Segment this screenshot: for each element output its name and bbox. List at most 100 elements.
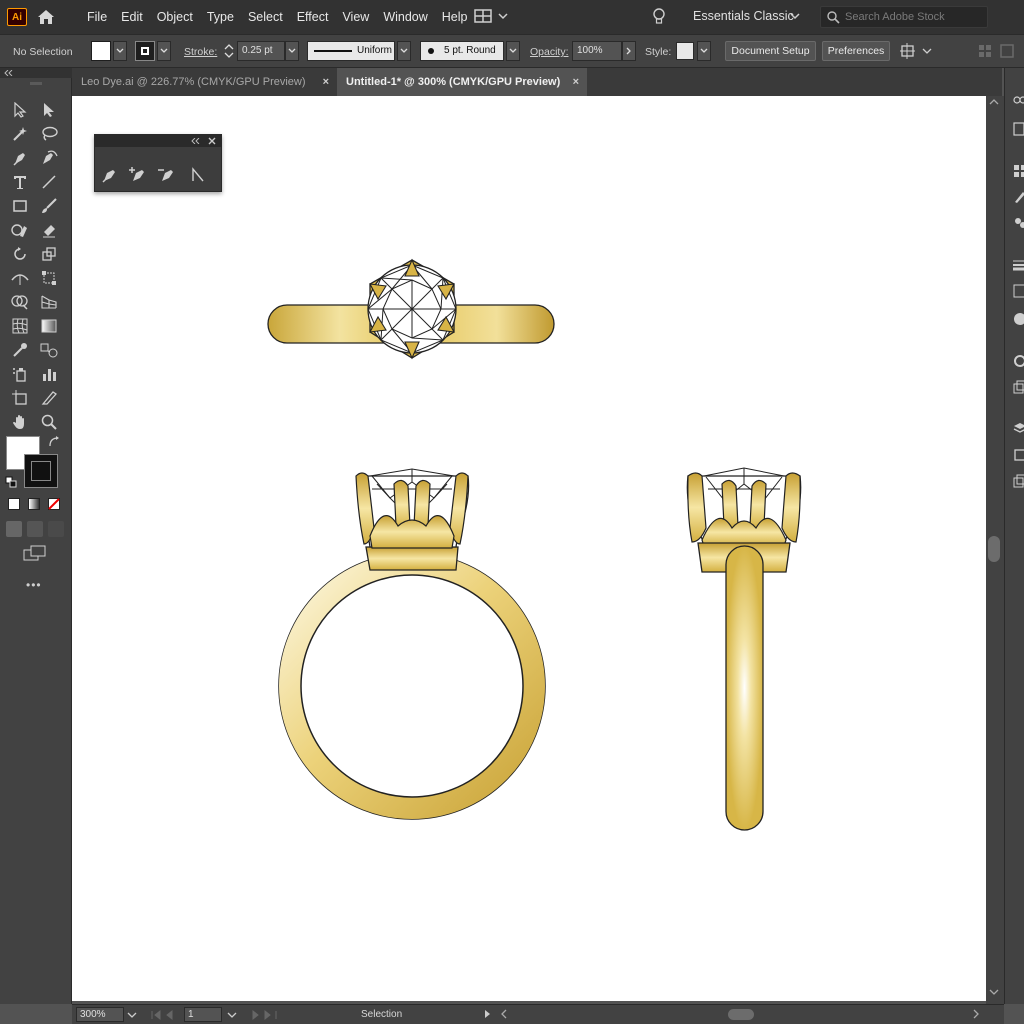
hand-tool[interactable] [8,411,32,433]
line-segment-tool[interactable] [37,171,61,193]
scale-tool[interactable] [37,243,61,265]
menu-select[interactable]: Select [241,10,290,24]
mesh-tool[interactable] [8,315,32,337]
shape-builder-tool[interactable] [8,291,32,313]
default-colors-icon[interactable] [5,476,17,488]
menu-effect[interactable]: Effect [290,10,336,24]
artboard-tool[interactable] [8,387,32,409]
stroke-weight-dropdown[interactable] [285,41,299,61]
profile-dropdown[interactable] [397,41,411,61]
search-stock-input[interactable]: Search Adobe Stock [820,6,988,28]
chevron-down-icon[interactable] [227,1011,237,1019]
isolate-icon[interactable] [978,44,992,58]
graphic-style-swatch[interactable] [676,42,694,60]
stroke-weight-input[interactable]: 0.25 pt [237,41,285,61]
next-last-artboard-icon[interactable] [248,1009,278,1021]
stroke-label[interactable]: Stroke: [184,46,217,58]
color-mode-button[interactable] [8,498,20,510]
curvature-tool[interactable] [37,147,61,169]
scroll-left-icon[interactable] [500,1009,508,1019]
shaper-tool[interactable] [8,219,32,241]
fill-dropdown[interactable] [113,41,127,61]
chevron-down-icon[interactable] [127,1011,137,1019]
opacity-arrow[interactable] [622,41,636,61]
eyedropper-tool[interactable] [8,339,32,361]
layers-panel-icon[interactable] [1013,422,1024,436]
vertical-scrollbar[interactable] [986,96,1004,1004]
symbols-panel-icon[interactable] [1013,216,1024,230]
ring-illustration[interactable] [72,96,986,1001]
pen-tool[interactable] [8,147,32,169]
swatches-panel-icon[interactable] [1013,164,1024,178]
gradient-mode-button[interactable] [28,498,40,510]
magic-wand-tool[interactable] [8,123,32,145]
canvas[interactable] [72,96,986,1004]
graphic-styles-panel-icon[interactable] [1013,380,1024,394]
eraser-tool[interactable] [37,219,61,241]
scroll-up-icon[interactable] [989,98,999,106]
artboards-panel-icon[interactable] [1013,448,1024,462]
brushes-panel-icon[interactable] [1013,190,1024,204]
opacity-label[interactable]: Opacity: [530,46,569,58]
stroke-swatch[interactable] [135,41,155,61]
brush-dropdown[interactable] [506,41,520,61]
panel-menu-icon[interactable] [1000,44,1014,58]
scroll-down-icon[interactable] [989,988,999,996]
scrollbar-thumb[interactable] [988,536,1000,562]
rectangle-tool[interactable] [8,195,32,217]
menu-window[interactable]: Window [376,10,434,24]
tab-untitled[interactable]: Untitled-1* @ 300% (CMYK/GPU Preview) × [337,68,587,96]
blend-tool[interactable] [37,339,61,361]
transparency-panel-icon[interactable] [1013,312,1024,326]
artboard-number-field[interactable]: 1 [184,1007,222,1022]
menu-edit[interactable]: Edit [114,10,150,24]
column-graph-tool[interactable] [37,363,61,385]
draw-inside-button[interactable] [48,521,64,537]
symbol-sprayer-tool[interactable] [8,363,32,385]
tab-leo-dye[interactable]: Leo Dye.ai @ 226.77% (CMYK/GPU Preview) … [72,68,337,96]
collapse-icon[interactable] [4,70,14,76]
draw-normal-button[interactable] [6,521,22,537]
style-dropdown[interactable] [697,41,711,61]
opacity-input[interactable]: 100% [572,41,622,61]
status-menu-arrow-icon[interactable] [484,1009,492,1019]
first-previous-artboard-icon[interactable] [150,1009,180,1021]
slice-tool[interactable] [37,387,61,409]
stroke-stepper[interactable] [222,41,236,61]
paintbrush-tool[interactable] [37,195,61,217]
appearance-panel-icon[interactable] [1013,354,1024,368]
edit-toolbar-icon[interactable]: ••• [26,578,42,592]
close-icon[interactable]: × [573,68,579,96]
free-transform-tool[interactable] [37,267,61,289]
swap-fill-stroke-icon[interactable] [48,436,60,448]
brush-definition[interactable]: 5 pt. Round [420,41,504,61]
transform-align-icon[interactable] [900,43,934,59]
menu-type[interactable]: Type [200,10,241,24]
variable-width-profile[interactable]: Uniform [307,41,395,61]
lasso-tool[interactable] [37,123,61,145]
stroke-dropdown[interactable] [157,41,171,61]
lightbulb-icon[interactable] [650,7,668,27]
type-tool[interactable] [8,171,32,193]
properties-panel-icon[interactable] [1013,96,1024,110]
menu-file[interactable]: File [80,10,114,24]
toolbar-collapse-strip[interactable] [0,68,72,78]
arrange-documents-icon[interactable] [474,8,510,26]
selection-tool[interactable] [8,99,32,121]
horizontal-scroll-thumb[interactable] [728,1009,754,1020]
home-icon[interactable] [36,7,56,27]
fill-swatch[interactable] [91,41,111,61]
menu-view[interactable]: View [335,10,376,24]
artboard[interactable] [72,96,986,1001]
close-icon[interactable]: × [323,68,329,96]
screen-mode-icon[interactable] [23,545,47,561]
document-setup-button[interactable]: Document Setup [725,41,816,61]
workspace-switcher[interactable]: Essentials Classic [693,9,794,23]
libraries-panel-icon[interactable] [1013,122,1024,136]
width-tool[interactable] [8,267,32,289]
scroll-right-icon[interactable] [972,1009,980,1019]
asset-export-panel-icon[interactable] [1013,474,1024,488]
stroke-panel-icon[interactable] [1013,258,1024,272]
direct-selection-tool[interactable] [37,99,61,121]
draw-behind-button[interactable] [27,521,43,537]
